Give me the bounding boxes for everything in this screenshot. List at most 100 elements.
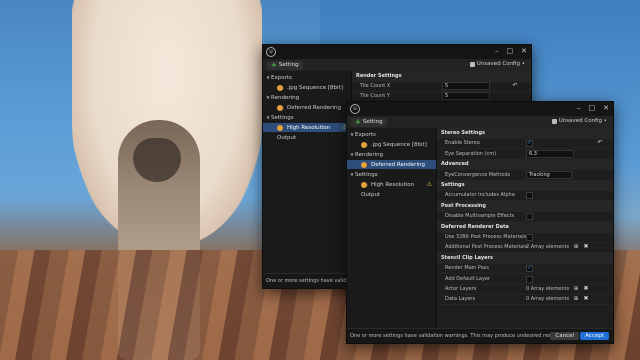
section-header[interactable]: Stereo Settings: [437, 128, 613, 139]
tree-item-label: High Resolution: [287, 124, 331, 131]
reset-icon[interactable]: ↶: [512, 83, 518, 89]
property-row: Enable Stereo ✓ ↶: [437, 138, 613, 150]
enable-toggle[interactable]: [277, 84, 284, 91]
add-element-icon[interactable]: ⊕: [573, 244, 579, 250]
property-label: Data Layers: [445, 296, 476, 303]
maximize-icon[interactable]: □: [507, 47, 514, 55]
add-element-icon[interactable]: ⊕: [573, 296, 579, 302]
checkbox[interactable]: [526, 192, 533, 200]
add-element-icon[interactable]: ⊕: [573, 286, 579, 292]
tree-item[interactable]: Deferred Rendering: [263, 103, 351, 112]
tree-item[interactable]: ▼ Settings: [347, 170, 436, 179]
section-header[interactable]: Stencil Clip Layers: [437, 252, 613, 264]
checkbox[interactable]: ✓: [526, 265, 533, 273]
checkbox[interactable]: [526, 275, 533, 283]
section-label: Stereo Settings: [441, 130, 486, 136]
close-icon[interactable]: ✕: [603, 104, 609, 112]
enable-toggle[interactable]: [361, 161, 368, 168]
tree-item[interactable]: ▼ Rendering: [347, 150, 436, 159]
tile-count-x-field[interactable]: 5: [442, 82, 490, 90]
property-label: Render Main Pass: [445, 265, 489, 272]
minimize-icon[interactable]: –: [577, 104, 581, 112]
property-label: Additional Post Process Materials: [445, 244, 528, 251]
window-titlebar[interactable]: U – □ ✕: [263, 45, 531, 59]
tree-item[interactable]: High Resolution ⚠: [347, 180, 436, 189]
status-bar: One or more settings have validation war…: [347, 328, 613, 343]
property-panel: Stereo Settings Enable Stereo ✓ ↶ Eye Separa…: [437, 128, 613, 329]
checkbox[interactable]: [526, 213, 533, 221]
property-row: Accumulator Includes Alpha: [437, 190, 613, 202]
property-row: Use 32Bit Post Process Materials: [437, 232, 613, 243]
tree-item[interactable]: .jpg Sequence [8bit]: [263, 83, 351, 92]
tree-item-label: Exports: [355, 131, 376, 138]
value-field[interactable]: 6.3: [526, 149, 574, 158]
config-dropdown[interactable]: Unsaved Config •: [551, 118, 607, 124]
section-header[interactable]: Settings: [437, 180, 613, 191]
enable-toggle[interactable]: [277, 104, 284, 111]
maximize-icon[interactable]: □: [589, 104, 596, 112]
tree-item-label: .jpg Sequence [8bit]: [287, 84, 343, 91]
section-label: Render Settings: [356, 73, 402, 79]
enable-toggle[interactable]: [277, 124, 284, 131]
accept-button[interactable]: Accept: [580, 332, 609, 340]
section-label: Stencil Clip Layers: [441, 254, 493, 261]
delete-icon[interactable]: ✖: [583, 296, 589, 302]
method-dropdown[interactable]: Tracking: [526, 170, 572, 179]
config-label: Unsaved Config •: [476, 61, 525, 67]
window-titlebar[interactable]: U – □ ✕: [347, 102, 613, 116]
setting-button-label: Setting: [362, 119, 383, 125]
toolbar: + Setting Unsaved Config •: [347, 116, 613, 128]
tree-item[interactable]: Output: [263, 133, 351, 142]
array-count: 0 Array elements: [526, 296, 570, 303]
warning-icon: ⚠: [426, 181, 432, 188]
array-count: 2 Array elements: [526, 244, 570, 251]
tree-item-label: Exports: [271, 74, 292, 81]
config-label: Unsaved Config •: [558, 118, 607, 124]
tree-item[interactable]: ▼ Exports: [263, 73, 351, 82]
tree-item[interactable]: ▼ Rendering: [263, 93, 351, 102]
plus-icon: +: [271, 61, 277, 69]
tree-item-label: Output: [361, 191, 381, 198]
delete-icon[interactable]: ✖: [583, 286, 589, 292]
property-row: Add Default Layer: [437, 274, 613, 285]
settings-tree: ▼ Exports .jpg Sequence [8bit] ▼ Rendering De…: [347, 128, 437, 329]
close-icon[interactable]: ✕: [521, 47, 527, 55]
property-row: Render Main Pass ✓: [437, 263, 613, 275]
tree-item[interactable]: Output: [347, 190, 436, 199]
property-label: Add Default Layer: [445, 275, 491, 282]
section-header[interactable]: Post Processing: [437, 200, 613, 212]
property-row: Data Layers 0 Array elements ⊕ ✖: [437, 294, 613, 306]
property-row: Actor Layers 0 Array elements ⊕ ✖: [437, 284, 613, 295]
tile-count-y-field[interactable]: 5: [442, 92, 490, 100]
save-icon: [551, 118, 557, 124]
delete-icon[interactable]: ✖: [583, 244, 589, 250]
setting-button[interactable]: + Setting: [267, 60, 303, 70]
section-header[interactable]: Deferred Renderer Data: [437, 221, 613, 233]
property-label: Enable Stereo: [445, 140, 480, 147]
minimize-icon[interactable]: –: [495, 47, 499, 55]
app-logo-icon: U: [266, 47, 276, 57]
section-label: Post Processing: [441, 202, 486, 209]
tree-item-label: Settings: [355, 171, 378, 178]
reset-icon[interactable]: ↶: [597, 140, 603, 146]
app-logo-icon: U: [350, 104, 360, 114]
tree-item-label: Settings: [271, 114, 294, 121]
tree-item[interactable]: High Resolution ⚠: [263, 123, 351, 132]
enable-toggle[interactable]: [361, 181, 368, 188]
setting-button[interactable]: + Setting: [351, 117, 387, 127]
tree-item-label: Rendering: [355, 151, 384, 158]
tree-item[interactable]: ▼ Settings: [263, 113, 351, 122]
toolbar: + Setting Unsaved Config •: [263, 59, 531, 71]
checkbox[interactable]: [526, 234, 533, 241]
checkbox[interactable]: ✓: [526, 140, 533, 148]
tree-item[interactable]: .jpg Sequence [8bit]: [347, 140, 436, 149]
tree-item-label: High Resolution: [371, 181, 415, 188]
section-header[interactable]: Advanced: [437, 159, 613, 171]
tree-item[interactable]: Deferred Rendering: [347, 160, 436, 169]
enable-toggle[interactable]: [361, 141, 368, 148]
settings-tree: ▼ Exports .jpg Sequence [8bit] ▼ Rendering De…: [263, 71, 352, 274]
section-label: Settings: [441, 182, 465, 188]
cancel-button[interactable]: Cancel: [550, 332, 579, 340]
tree-item[interactable]: ▼ Exports: [347, 130, 436, 139]
config-dropdown[interactable]: Unsaved Config •: [469, 61, 525, 67]
